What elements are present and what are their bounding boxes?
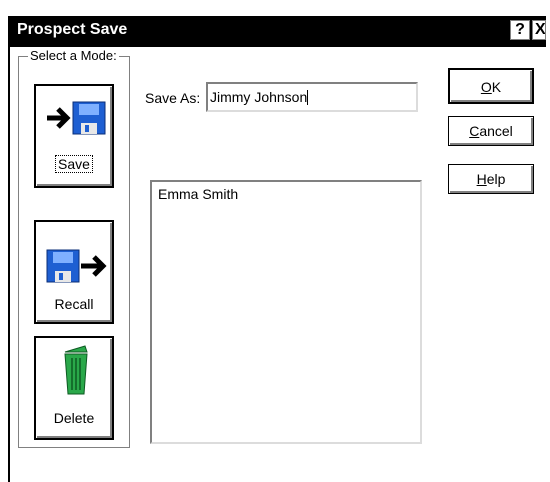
cancel-accelerator: C <box>469 123 480 139</box>
disk-to-arrow-icon <box>46 249 107 283</box>
window-title: Prospect Save <box>17 21 128 38</box>
arrow-to-disk-icon <box>47 101 106 135</box>
recall-mode-label: Recall <box>54 296 94 312</box>
ok-accelerator: O <box>480 79 492 95</box>
context-help-button[interactable]: ? <box>510 20 530 40</box>
mode-group-label: Select a Mode: <box>28 48 119 63</box>
recall-mode-button[interactable]: Recall <box>34 220 114 324</box>
help-accelerator: H <box>476 171 487 187</box>
trash-can-icon <box>64 345 88 395</box>
list-item[interactable]: Emma Smith <box>158 186 238 202</box>
delete-mode-button[interactable]: Delete <box>34 336 114 440</box>
save-as-input[interactable]: Jimmy Johnson <box>206 82 418 112</box>
cancel-button[interactable]: Cancel <box>448 116 534 146</box>
save-mode-button[interactable]: Save <box>34 84 114 188</box>
ok-button[interactable]: OK <box>448 68 534 104</box>
title-bar: Prospect Save ? X <box>10 16 546 47</box>
delete-mode-label: Delete <box>53 410 95 426</box>
help-button[interactable]: Help <box>448 164 534 194</box>
save-mode-label: Save <box>55 155 93 173</box>
prospect-listbox[interactable]: Emma Smith <box>150 180 422 444</box>
text-caret <box>307 90 309 105</box>
close-button[interactable]: X <box>532 20 546 40</box>
ok-label-rest: K <box>491 79 502 95</box>
help-label-rest: elp <box>486 171 506 187</box>
save-as-label: Save As: <box>145 90 201 106</box>
save-as-value: Jimmy Johnson <box>210 89 308 105</box>
cancel-label-rest: ancel <box>479 123 513 139</box>
